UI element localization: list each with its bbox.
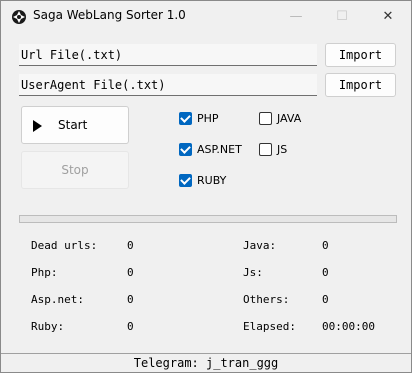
- checkbox-label: JS: [277, 143, 288, 156]
- aspnet-count-value: 0: [127, 293, 134, 306]
- java-count-value: 0: [322, 239, 329, 252]
- dead-urls-value: 0: [127, 239, 134, 252]
- url-file-field[interactable]: Url File(.txt): [19, 44, 317, 66]
- checkbox-label: RUBY: [197, 174, 227, 187]
- close-button[interactable]: ✕: [365, 1, 411, 31]
- checkbox-checked-icon: [179, 173, 192, 187]
- checkbox-label: ASP.NET: [197, 143, 242, 156]
- dead-urls-label: Dead urls:: [31, 239, 98, 252]
- checkbox-checked-icon: [179, 111, 192, 125]
- start-button-label: Start: [58, 118, 88, 132]
- footer-telegram: Telegram: j_tran_ggg: [1, 353, 411, 373]
- start-button[interactable]: Start: [21, 106, 129, 144]
- title-bar[interactable]: Saga WebLang Sorter 1.0 — ☐ ✕: [1, 1, 411, 31]
- checkbox-checked-icon: [179, 142, 192, 156]
- checkbox-label: JAVA: [277, 112, 302, 125]
- import-useragent-button[interactable]: Import: [325, 73, 396, 97]
- others-count-value: 0: [322, 293, 329, 306]
- checkbox-php[interactable]: PHP: [179, 111, 219, 125]
- window-title: Saga WebLang Sorter 1.0: [33, 8, 186, 22]
- elapsed-label: Elapsed:: [243, 320, 296, 333]
- checkbox-unchecked-icon: [259, 143, 272, 156]
- js-count-value: 0: [322, 266, 329, 279]
- elapsed-value: 00:00:00: [322, 320, 375, 333]
- progress-bar: [19, 215, 397, 223]
- js-count-label: Js:: [243, 266, 263, 279]
- ruby-count-label: Ruby:: [31, 320, 65, 333]
- stop-button[interactable]: Stop: [21, 151, 129, 189]
- import-url-button[interactable]: Import: [325, 43, 396, 67]
- others-count-label: Others:: [243, 293, 290, 306]
- checkbox-aspnet[interactable]: ASP.NET: [179, 142, 242, 156]
- maximize-button[interactable]: ☐: [319, 1, 365, 31]
- app-window: Saga WebLang Sorter 1.0 — ☐ ✕ Url File(.…: [0, 0, 412, 373]
- checkbox-ruby[interactable]: RUBY: [179, 173, 227, 187]
- php-count-label: Php:: [31, 266, 58, 279]
- php-count-value: 0: [127, 266, 134, 279]
- checkbox-label: PHP: [197, 112, 219, 125]
- checkbox-java[interactable]: JAVA: [259, 112, 301, 125]
- aspnet-count-label: Asp.net:: [31, 293, 84, 306]
- java-count-label: Java:: [243, 239, 277, 252]
- app-logo-icon: [12, 10, 26, 24]
- checkbox-js[interactable]: JS: [259, 143, 287, 156]
- useragent-file-field[interactable]: UserAgent File(.txt): [19, 74, 317, 96]
- minimize-button[interactable]: —: [273, 1, 319, 31]
- play-icon: [33, 120, 42, 132]
- ruby-count-value: 0: [127, 320, 134, 333]
- checkbox-unchecked-icon: [259, 112, 272, 125]
